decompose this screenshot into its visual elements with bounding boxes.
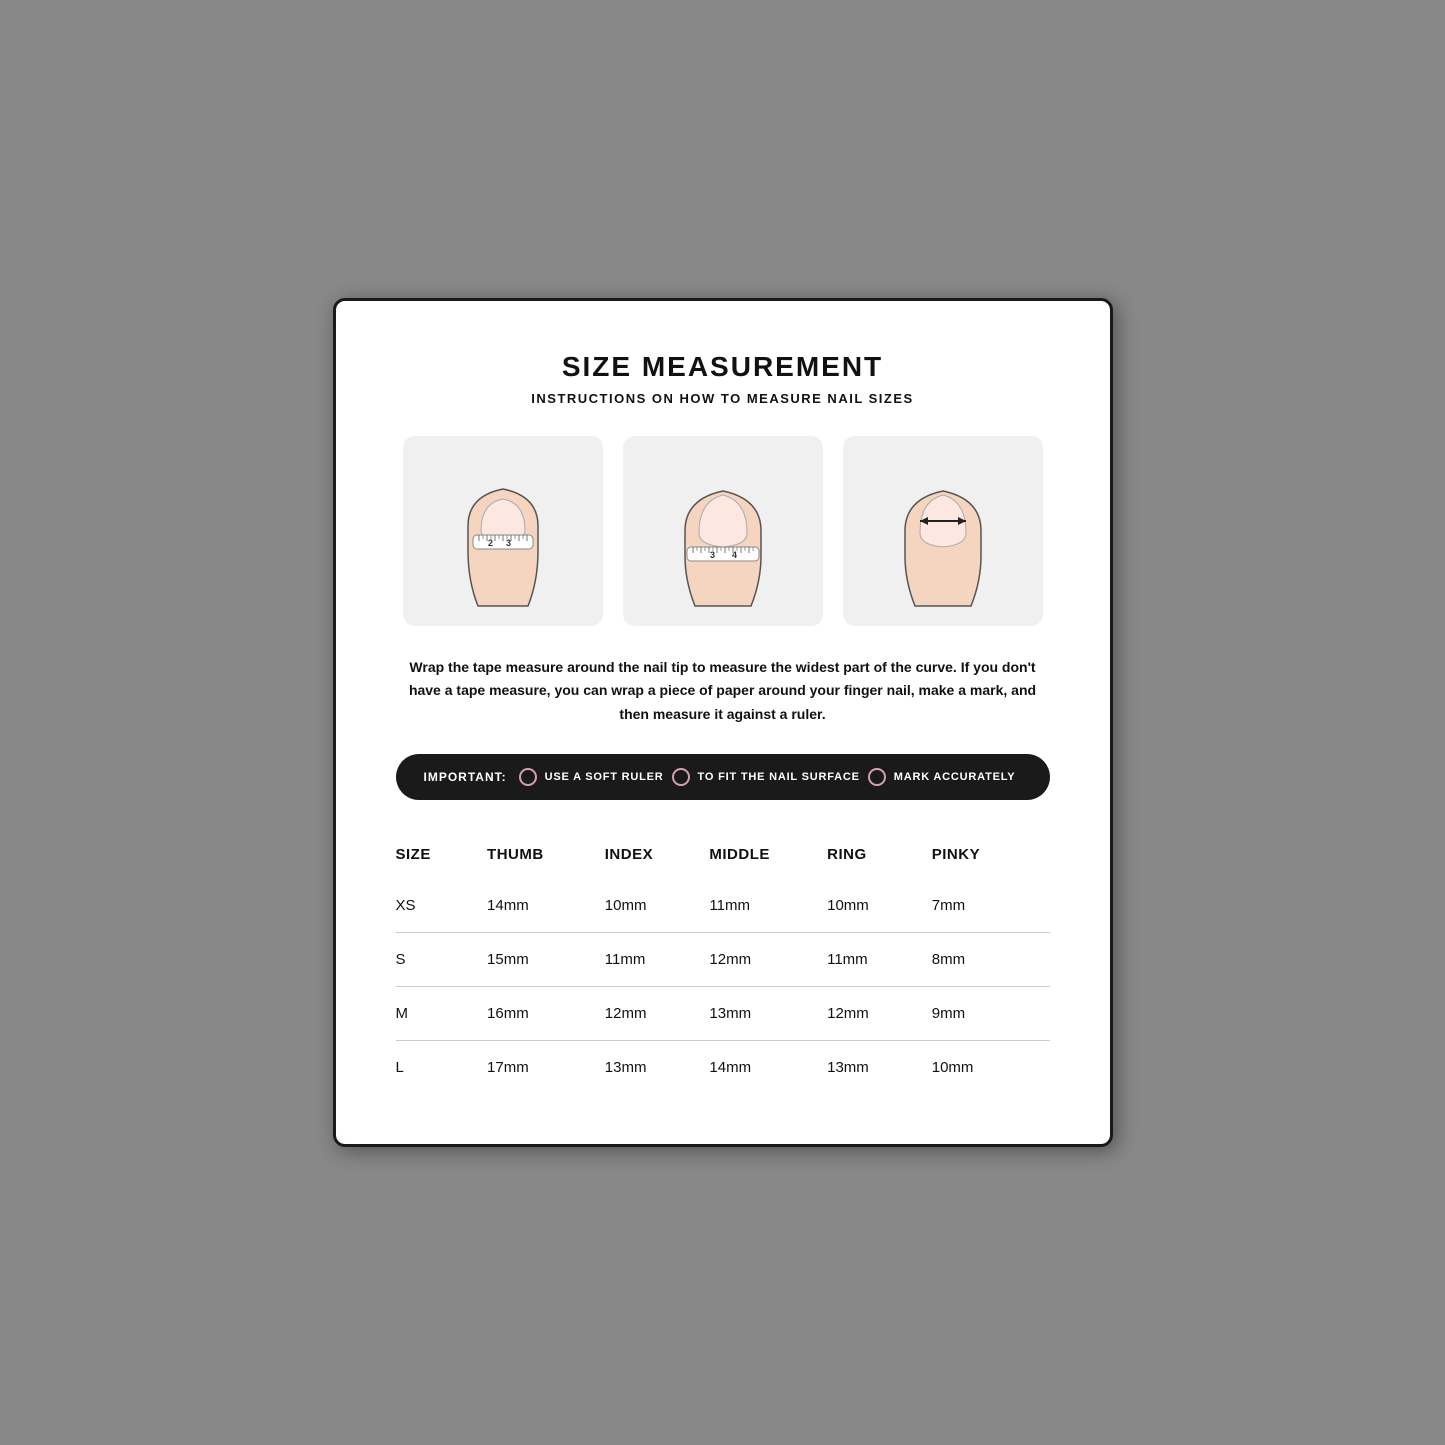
svg-text:3: 3: [506, 538, 511, 548]
cell-index: 13mm: [605, 1040, 710, 1094]
page-title: SIZE MEASUREMENT: [396, 351, 1050, 383]
cell-size: M: [396, 986, 488, 1040]
circle-icon-3: [868, 768, 886, 786]
cell-ring: 12mm: [827, 986, 932, 1040]
table-row: S 15mm 11mm 12mm 11mm 8mm: [396, 932, 1050, 986]
tip-1: USE A SOFT RULER: [545, 771, 664, 783]
cell-thumb: 16mm: [487, 986, 605, 1040]
col-header-middle: MIDDLE: [709, 836, 827, 879]
cell-pinky: 7mm: [932, 879, 1050, 933]
svg-text:2: 2: [488, 538, 493, 548]
cell-pinky: 9mm: [932, 986, 1050, 1040]
table-row: XS 14mm 10mm 11mm 10mm 7mm: [396, 879, 1050, 933]
cell-pinky: 10mm: [932, 1040, 1050, 1094]
page-subtitle: INSTRUCTIONS ON HOW TO MEASURE NAIL SIZE…: [396, 391, 1050, 406]
nail-illustration-2: 3 4: [623, 436, 823, 626]
cell-index: 10mm: [605, 879, 710, 933]
cell-pinky: 8mm: [932, 932, 1050, 986]
important-label: IMPORTANT:: [424, 770, 507, 784]
cell-ring: 13mm: [827, 1040, 932, 1094]
cell-size: XS: [396, 879, 488, 933]
col-header-size: SIZE: [396, 836, 488, 879]
col-header-index: INDEX: [605, 836, 710, 879]
nail-illustration-1: 2 3: [403, 436, 603, 626]
nail-illustrations: 2 3: [396, 436, 1050, 626]
size-table: SIZE THUMB INDEX MIDDLE RING PINKY XS 14…: [396, 836, 1050, 1094]
svg-text:3: 3: [710, 550, 715, 560]
important-bar: IMPORTANT: USE A SOFT RULER TO FIT THE N…: [396, 754, 1050, 800]
table-row: M 16mm 12mm 13mm 12mm 9mm: [396, 986, 1050, 1040]
cell-middle: 12mm: [709, 932, 827, 986]
page-container: SIZE MEASUREMENT INSTRUCTIONS ON HOW TO …: [333, 298, 1113, 1146]
circle-icon-1: [519, 768, 537, 786]
col-header-pinky: PINKY: [932, 836, 1050, 879]
cell-ring: 11mm: [827, 932, 932, 986]
cell-thumb: 15mm: [487, 932, 605, 986]
cell-thumb: 14mm: [487, 879, 605, 933]
tip-3: MARK ACCURATELY: [894, 771, 1016, 783]
tip-2: TO FIT THE NAIL SURFACE: [698, 771, 860, 783]
nail-illustration-3: [843, 436, 1043, 626]
svg-text:4: 4: [732, 550, 737, 560]
cell-size: L: [396, 1040, 488, 1094]
circle-icon-2: [672, 768, 690, 786]
cell-middle: 11mm: [709, 879, 827, 933]
description-text: Wrap the tape measure around the nail ti…: [396, 656, 1050, 725]
col-header-ring: RING: [827, 836, 932, 879]
cell-thumb: 17mm: [487, 1040, 605, 1094]
cell-middle: 14mm: [709, 1040, 827, 1094]
cell-index: 12mm: [605, 986, 710, 1040]
table-header-row: SIZE THUMB INDEX MIDDLE RING PINKY: [396, 836, 1050, 879]
table-row: L 17mm 13mm 14mm 13mm 10mm: [396, 1040, 1050, 1094]
cell-middle: 13mm: [709, 986, 827, 1040]
cell-size: S: [396, 932, 488, 986]
cell-index: 11mm: [605, 932, 710, 986]
cell-ring: 10mm: [827, 879, 932, 933]
col-header-thumb: THUMB: [487, 836, 605, 879]
